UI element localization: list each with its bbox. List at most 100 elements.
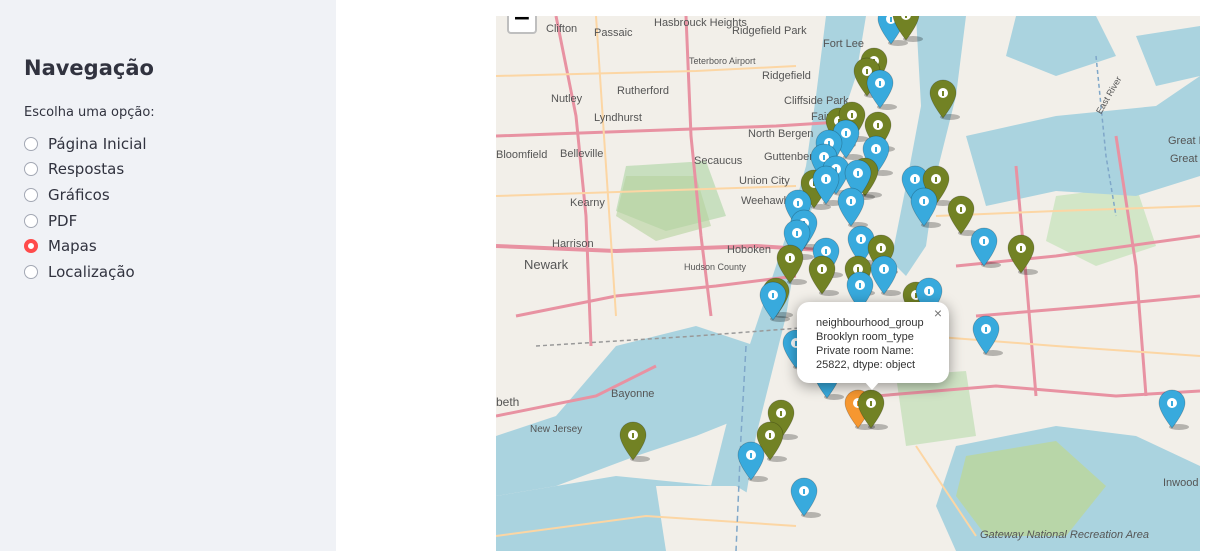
info-icon-glyph: [632, 433, 634, 438]
radio-option-label: Localização: [48, 262, 135, 281]
map-label: New Jersey: [530, 424, 582, 435]
map-label: Ridgefield Park: [732, 25, 807, 37]
water: [1136, 26, 1200, 86]
info-icon-glyph: [750, 453, 752, 458]
info-icon-glyph: [875, 147, 877, 152]
info-icon-glyph: [1020, 246, 1022, 251]
popup-tip: [864, 381, 880, 390]
sidebar-title: Navegação: [24, 56, 154, 80]
popup-content: neighbourhood_group Brooklyn room_type P…: [816, 317, 924, 371]
radio-option-label: Página Inicial: [48, 134, 147, 153]
radio-button[interactable]: [24, 213, 38, 228]
map-label: Rutherford: [617, 85, 669, 97]
info-icon-glyph: [983, 239, 985, 244]
info-icon-glyph: [850, 199, 852, 204]
info-icon-glyph: [880, 246, 882, 251]
highway: [1014, 165, 1038, 397]
radio-button[interactable]: [24, 187, 38, 202]
marker-pin: [1158, 389, 1186, 429]
info-icon-glyph: [866, 69, 868, 74]
info-icon-glyph: [870, 401, 872, 406]
map-label: Kearny: [570, 197, 605, 209]
road: [595, 16, 617, 317]
map-marker-blue[interactable]: [972, 315, 1003, 356]
info-icon-glyph: [923, 199, 925, 204]
info-icon-glyph: [789, 256, 791, 261]
info-icon-glyph: [877, 123, 879, 128]
radio-group-label: Escolha uma opção:: [24, 105, 155, 120]
map-label: Gateway National Recreation Area: [980, 529, 1149, 541]
map-label: Lyndhurst: [594, 112, 642, 124]
info-icon-glyph: [883, 267, 885, 272]
map-label: Harrison: [552, 238, 594, 250]
info-icon-glyph: [905, 16, 907, 18]
map-label: Clifton: [546, 23, 577, 35]
info-icon-glyph: [825, 177, 827, 182]
map-popup: × neighbourhood_group Brooklyn room_type…: [797, 302, 949, 390]
radio-button-selected[interactable]: [24, 239, 38, 254]
water: [1006, 16, 1116, 76]
info-icon-glyph: [942, 91, 944, 96]
radio-button[interactable]: [24, 264, 38, 279]
info-icon-glyph: [796, 231, 798, 236]
map-label: beth: [496, 395, 519, 409]
info-icon-glyph: [928, 289, 930, 294]
marker-pin: [808, 255, 836, 295]
map-label: Hudson County: [684, 262, 747, 272]
east-river: [891, 16, 966, 276]
info-icon-glyph: [914, 177, 916, 182]
info-icon-glyph: [825, 249, 827, 254]
zoom-out-button[interactable]: −: [507, 16, 537, 34]
map-marker-olive[interactable]: [1007, 234, 1038, 275]
info-icon-glyph: [769, 433, 771, 438]
map-label: Hoboken: [727, 244, 771, 256]
map-marker-olive[interactable]: [947, 195, 978, 236]
highway: [515, 274, 797, 318]
info-icon-glyph: [780, 411, 782, 416]
info-icon-glyph: [859, 283, 861, 288]
map-label: Inwood: [1163, 477, 1198, 489]
radio-option-respostas[interactable]: Respostas: [24, 157, 147, 183]
map-label: North Bergen: [748, 128, 813, 140]
info-icon-glyph: [985, 327, 987, 332]
navigation-radio-group: Página Inicial Respostas Gráficos PDF Ma…: [24, 131, 147, 285]
info-icon-glyph: [772, 293, 774, 298]
radio-option-label: PDF: [48, 211, 78, 230]
radio-option-graficos[interactable]: Gráficos: [24, 182, 147, 208]
map-label: Belleville: [560, 148, 603, 160]
marker-pin: [1007, 234, 1035, 274]
info-icon-glyph: [851, 113, 853, 118]
marker-pin: [972, 315, 1000, 355]
highway: [975, 294, 1200, 318]
radio-option-localizacao[interactable]: Localização: [24, 259, 147, 285]
radio-option-pdf[interactable]: PDF: [24, 208, 147, 234]
map-view[interactable]: Clifton Passaic Hasbrouck Heights Ridgef…: [496, 16, 1200, 551]
info-icon-glyph: [890, 17, 892, 22]
map-label: Great Neck: [1168, 135, 1200, 147]
map-label: Newark: [524, 257, 569, 272]
map-label: Secaucus: [694, 155, 743, 167]
map-label: Bayonne: [611, 388, 654, 400]
map-label: Cliffside Park: [784, 95, 849, 107]
info-icon-glyph: [860, 237, 862, 242]
map-marker-blue[interactable]: [866, 69, 897, 110]
marker-pin: [870, 255, 898, 295]
map-tiles: Clifton Passaic Hasbrouck Heights Ridgef…: [496, 16, 1200, 551]
marker-pin: [837, 187, 865, 227]
marker-pin: [947, 195, 975, 235]
radio-option-mapas[interactable]: Mapas: [24, 233, 147, 259]
map-label: Teterboro Airport: [689, 56, 756, 66]
map-label: Passaic: [594, 27, 633, 39]
info-icon-glyph: [857, 267, 859, 272]
map-marker-blue[interactable]: [790, 477, 821, 518]
map-marker-blue[interactable]: [1158, 389, 1189, 430]
sidebar: Navegação Escolha uma opção: Página Inic…: [0, 0, 336, 551]
radio-button[interactable]: [24, 162, 38, 177]
marker-pin: [790, 477, 818, 517]
map-label: Bloomfield: [496, 149, 547, 161]
radio-option-label: Mapas: [48, 237, 97, 256]
radio-option-pagina-inicial[interactable]: Página Inicial: [24, 131, 147, 157]
radio-button[interactable]: [24, 136, 38, 151]
road: [496, 65, 797, 77]
info-icon-glyph: [1171, 401, 1173, 406]
